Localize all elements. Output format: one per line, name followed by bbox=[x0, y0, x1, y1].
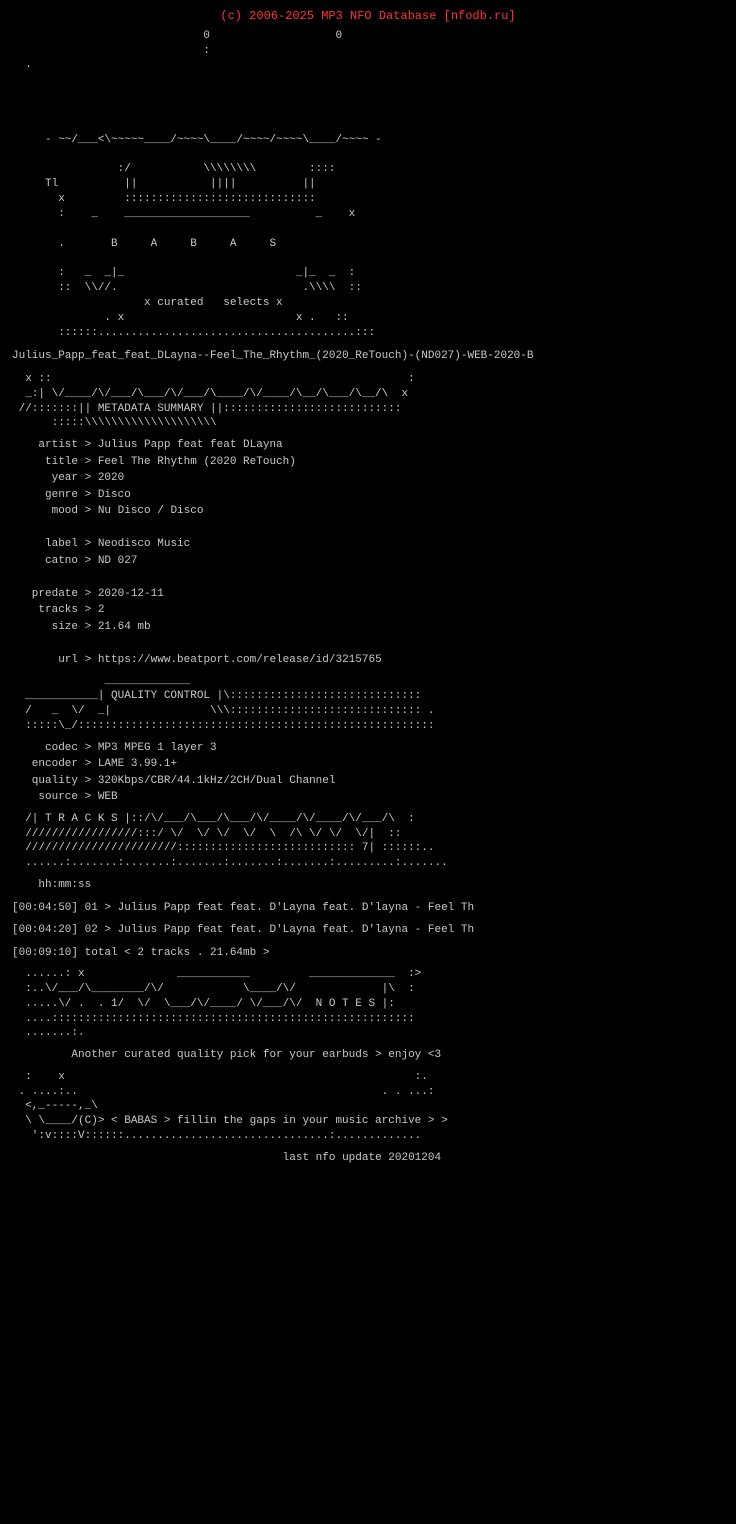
notes-content: Another curated quality pick for your ea… bbox=[12, 1047, 724, 1064]
title-value: Feel The Rhythm (2020 ReTouch) bbox=[98, 456, 296, 468]
tracks-block: hh:mm:ss [00:04:50] 01 > Julius Papp fea… bbox=[12, 877, 724, 961]
notes-banner-art: ......: x ___________ _____________ :> :… bbox=[12, 967, 724, 1041]
quality-content: codec > MP3 MPEG 1 layer 3 encoder > LAM… bbox=[12, 740, 724, 806]
source-value: WEB bbox=[98, 791, 118, 803]
predate-value: 2020-12-11 bbox=[98, 588, 164, 600]
metadata-content: artist > Julius Papp feat feat DLayna ti… bbox=[12, 437, 724, 668]
header-link[interactable]: (c) 2006-2025 MP3 NFO Database [nfodb.ru… bbox=[12, 8, 724, 25]
track-2: [00:04:20] 02 > Julius Papp feat feat. D… bbox=[12, 922, 724, 939]
quality-value: 320Kbps/CBR/44.1kHz/2CH/Dual Channel bbox=[98, 775, 336, 787]
mood-value: Nu Disco / Disco bbox=[98, 505, 204, 517]
year-value: 2020 bbox=[98, 472, 124, 484]
footer-update: last nfo update 20201204 bbox=[12, 1150, 724, 1167]
footer-art: : x :. . ....:.. . . ...: <,_-----,_\ \ … bbox=[12, 1070, 724, 1144]
notes-block: Another curated quality pick for your ea… bbox=[12, 1047, 724, 1064]
size-value: 21.64 mb bbox=[98, 621, 151, 633]
quality-banner-art: _____________ ___________| QUALITY CONTR… bbox=[12, 674, 724, 733]
tracks-count-value: 2 bbox=[98, 604, 105, 616]
genre-value: Disco bbox=[98, 489, 131, 501]
metadata-banner-art: x :: : _:| \/____/\/___/\___/\/___/\____… bbox=[12, 372, 724, 431]
ascii-logo-art: 0 0 : . - ~~/___<\~~~~~____/~~~~\____/~~… bbox=[12, 29, 724, 341]
metadata-block: artist > Julius Papp feat feat DLayna ti… bbox=[12, 437, 724, 668]
codec-value: MP3 MPEG 1 layer 3 bbox=[98, 742, 217, 754]
url-value[interactable]: https://www.beatport.com/release/id/3215… bbox=[98, 654, 382, 666]
tracks-header: hh:mm:ss bbox=[12, 877, 724, 894]
tracks-total: [00:09:10] total < 2 tracks . 21.64mb > bbox=[12, 945, 724, 962]
artist-value: Julius Papp feat feat DLayna bbox=[98, 439, 283, 451]
track-1: [00:04:50] 01 > Julius Papp feat feat. D… bbox=[12, 900, 724, 917]
last-update-value: last nfo update 20201204 bbox=[283, 1152, 441, 1164]
tracks-banner-art: /| T R A C K S |::/\/___/\___/\___/\/___… bbox=[12, 812, 724, 871]
encoder-value: LAME 3.99.1+ bbox=[98, 758, 177, 770]
label-value: Neodisco Music bbox=[98, 538, 190, 550]
page-container: (c) 2006-2025 MP3 NFO Database [nfodb.ru… bbox=[12, 8, 724, 1166]
catno-value: ND 027 bbox=[98, 555, 138, 567]
quality-block: codec > MP3 MPEG 1 layer 3 encoder > LAM… bbox=[12, 740, 724, 806]
release-title: Julius_Papp_feat_feat_DLayna--Feel_The_R… bbox=[12, 349, 724, 364]
tracks-time-header: hh:mm:ss bbox=[38, 879, 91, 891]
notes-text: Another curated quality pick for your ea… bbox=[71, 1049, 441, 1061]
